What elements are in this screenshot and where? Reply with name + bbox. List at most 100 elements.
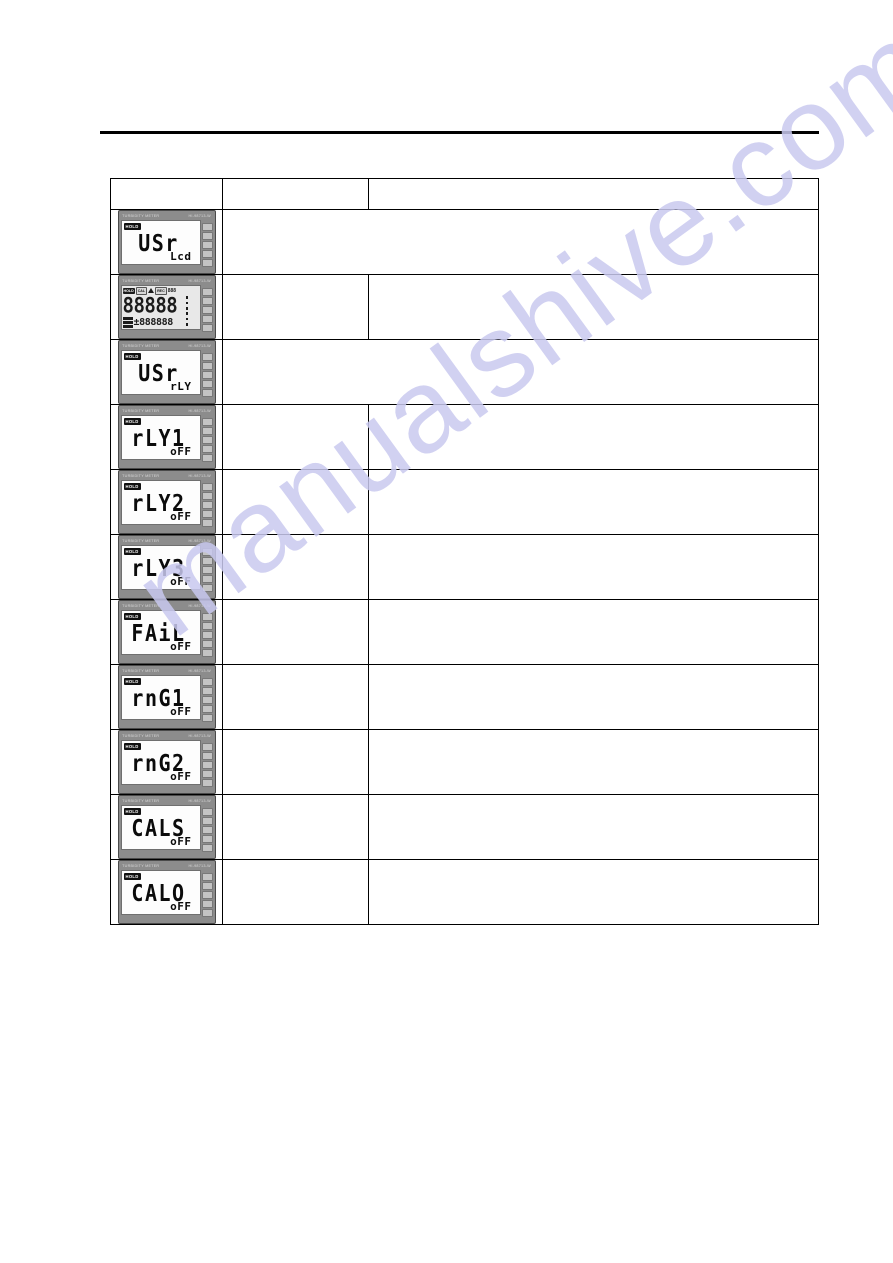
key-hold[interactable] <box>201 259 213 267</box>
lcd-module: TURBIDITY METER HI-98713-W HOLD FAiL oFF <box>117 600 216 664</box>
lcd-keypad-strip[interactable] <box>201 740 213 790</box>
lcd-keypad-strip[interactable] <box>201 285 213 335</box>
lcd-top-row: TURBIDITY METER HI-98713-W <box>121 603 213 610</box>
display-cell: TURBIDITY METER HI-98713-W HOLD CAL REC … <box>110 274 223 340</box>
lcd-keypad-strip[interactable] <box>201 545 213 595</box>
key-zero[interactable] <box>201 687 213 695</box>
display-cell: TURBIDITY METER HI-98713-W HOLD rLY3 oFF <box>110 534 223 600</box>
description-cell <box>368 534 819 600</box>
key-zero[interactable] <box>201 882 213 890</box>
key-range[interactable] <box>201 483 213 491</box>
key-zero[interactable] <box>201 752 213 760</box>
key-hold[interactable] <box>201 649 213 657</box>
key-setup[interactable] <box>201 380 213 388</box>
lcd-secondary-value: oFF <box>170 900 192 913</box>
lcd-body: HOLD FAiL oFF <box>120 610 213 660</box>
key-hold[interactable] <box>201 519 213 527</box>
key-setup[interactable] <box>201 640 213 648</box>
key-zero[interactable] <box>201 362 213 370</box>
key-cal[interactable] <box>201 306 213 314</box>
key-cal[interactable] <box>201 436 213 444</box>
key-hold[interactable] <box>201 909 213 917</box>
display-cell: TURBIDITY METER HI-98713-W HOLD CALS oFF <box>110 794 223 860</box>
lcd-keypad-strip[interactable] <box>201 675 213 725</box>
key-setup[interactable] <box>201 315 213 323</box>
lcd-secondary-value: Lcd <box>170 250 192 263</box>
lcd-keypad-strip[interactable] <box>201 415 213 465</box>
key-hold[interactable] <box>201 584 213 592</box>
key-zero[interactable] <box>201 297 213 305</box>
lcd-top-row: TURBIDITY METER HI-98713-W <box>121 538 213 545</box>
lcd-secondary-value: oFF <box>170 640 192 653</box>
description-cell <box>222 339 819 405</box>
key-range[interactable] <box>201 223 213 231</box>
key-setup[interactable] <box>201 510 213 518</box>
key-hold[interactable] <box>201 389 213 397</box>
key-cal[interactable] <box>201 761 213 769</box>
key-hold[interactable] <box>201 454 213 462</box>
annunciator-digits: 888 <box>167 287 176 294</box>
lcd-secondary-value: oFF <box>170 770 192 783</box>
key-zero[interactable] <box>201 232 213 240</box>
key-zero[interactable] <box>201 427 213 435</box>
key-hold[interactable] <box>201 779 213 787</box>
description-cell <box>368 794 819 860</box>
key-cal[interactable] <box>201 826 213 834</box>
key-setup[interactable] <box>201 900 213 908</box>
key-range[interactable] <box>201 288 213 296</box>
display-cell: TURBIDITY METER HI-98713-W HOLD USr Lcd <box>110 209 223 275</box>
lcd-keypad-strip[interactable] <box>201 610 213 660</box>
key-cal[interactable] <box>201 566 213 574</box>
lcd-module-all-segments: TURBIDITY METER HI-98713-W HOLD CAL REC … <box>117 275 216 339</box>
key-cal[interactable] <box>201 891 213 899</box>
key-range[interactable] <box>201 873 213 881</box>
key-setup[interactable] <box>201 575 213 583</box>
key-range[interactable] <box>201 808 213 816</box>
lcd-secondary-value: oFF <box>170 510 192 523</box>
description-cell <box>368 859 819 925</box>
key-zero[interactable] <box>201 817 213 825</box>
key-cal[interactable] <box>201 371 213 379</box>
key-zero[interactable] <box>201 492 213 500</box>
lcd-module: TURBIDITY METER HI-98713-W HOLD rnG1 oFF <box>117 665 216 729</box>
lcd-keypad-strip[interactable] <box>201 350 213 400</box>
key-cal[interactable] <box>201 631 213 639</box>
key-setup[interactable] <box>201 705 213 713</box>
key-cal[interactable] <box>201 696 213 704</box>
lcd-top-row: TURBIDITY METER HI-98713-W <box>121 798 213 805</box>
lcd-keypad-strip[interactable] <box>201 805 213 855</box>
key-range[interactable] <box>201 613 213 621</box>
key-cal[interactable] <box>201 501 213 509</box>
key-range[interactable] <box>201 353 213 361</box>
key-hold[interactable] <box>201 324 213 332</box>
lcd-secondary-value: oFF <box>170 445 192 458</box>
lcd-secondary-value: oFF <box>170 835 192 848</box>
lcd-body: HOLD CALS oFF <box>120 805 213 855</box>
key-range[interactable] <box>201 418 213 426</box>
key-cal[interactable] <box>201 241 213 249</box>
setting-cell <box>222 274 369 340</box>
key-zero[interactable] <box>201 622 213 630</box>
lcd-secondary-value: rLY <box>170 380 192 393</box>
key-hold[interactable] <box>201 714 213 722</box>
key-range[interactable] <box>201 743 213 751</box>
description-cell <box>368 664 819 730</box>
lcd-keypad-strip[interactable] <box>201 870 213 920</box>
key-range[interactable] <box>201 678 213 686</box>
lcd-keypad-strip[interactable] <box>201 480 213 530</box>
lcd-screen: HOLD USr rLY <box>120 350 201 395</box>
lcd-body: HOLD rLY1 oFF <box>120 415 213 465</box>
lcd-screen: HOLD rLY2 oFF <box>120 480 201 525</box>
lcd-body: HOLD CALO oFF <box>120 870 213 920</box>
key-setup[interactable] <box>201 445 213 453</box>
lcd-body: HOLD USr rLY <box>120 350 213 400</box>
key-setup[interactable] <box>201 250 213 258</box>
key-setup[interactable] <box>201 835 213 843</box>
lcd-top-row: TURBIDITY METER HI-98713-W <box>121 408 213 415</box>
key-zero[interactable] <box>201 557 213 565</box>
key-hold[interactable] <box>201 844 213 852</box>
key-range[interactable] <box>201 548 213 556</box>
key-setup[interactable] <box>201 770 213 778</box>
setting-cell <box>222 599 369 665</box>
lcd-keypad-strip[interactable] <box>201 220 213 270</box>
